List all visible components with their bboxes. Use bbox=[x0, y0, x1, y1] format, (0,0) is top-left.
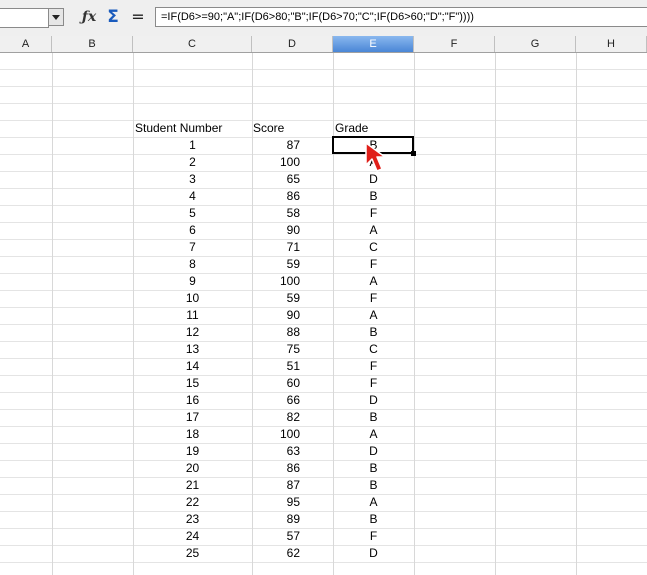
column-header-d[interactable]: D bbox=[252, 36, 333, 52]
score-cell[interactable]: 65 bbox=[252, 171, 300, 188]
grade-cell[interactable]: A bbox=[333, 494, 414, 511]
grade-cell[interactable]: F bbox=[333, 290, 414, 307]
grade-cell[interactable]: B bbox=[333, 511, 414, 528]
spreadsheet-grid[interactable]: Student Number Score Grade 187B2100A365D… bbox=[0, 53, 647, 575]
score-cell[interactable]: 59 bbox=[252, 256, 300, 273]
grade-cell[interactable]: A bbox=[333, 273, 414, 290]
score-cell[interactable]: 88 bbox=[252, 324, 300, 341]
header-grade[interactable]: Grade bbox=[335, 120, 368, 137]
grade-cell[interactable]: C bbox=[333, 239, 414, 256]
student-number-cell[interactable]: 13 bbox=[133, 341, 252, 358]
score-cell[interactable]: 86 bbox=[252, 460, 300, 477]
column-header-b[interactable]: B bbox=[52, 36, 133, 52]
score-cell[interactable]: 71 bbox=[252, 239, 300, 256]
grade-cell[interactable]: D bbox=[333, 545, 414, 562]
formula-input[interactable]: =IF(D6>=90;"A";IF(D6>80;"B";IF(D6>70;"C"… bbox=[155, 7, 647, 27]
sigma-icon[interactable]: Σ bbox=[104, 7, 122, 27]
score-cell[interactable]: 90 bbox=[252, 307, 300, 324]
score-cell[interactable]: 87 bbox=[252, 477, 300, 494]
column-header-f[interactable]: F bbox=[414, 36, 495, 52]
student-number-cell[interactable]: 21 bbox=[133, 477, 252, 494]
score-cell[interactable]: 100 bbox=[252, 273, 300, 290]
score-cell[interactable]: 66 bbox=[252, 392, 300, 409]
grade-cell[interactable]: A bbox=[333, 307, 414, 324]
header-student-number[interactable]: Student Number bbox=[135, 120, 222, 137]
grade-cell[interactable]: F bbox=[333, 528, 414, 545]
score-cell[interactable]: 95 bbox=[252, 494, 300, 511]
column-header-c[interactable]: C bbox=[133, 36, 252, 52]
fx-icon[interactable]: ƒx bbox=[80, 8, 98, 26]
student-number-cell[interactable]: 6 bbox=[133, 222, 252, 239]
student-number-cell[interactable]: 9 bbox=[133, 273, 252, 290]
grade-cell[interactable]: B bbox=[333, 460, 414, 477]
grade-cell[interactable]: B bbox=[333, 324, 414, 341]
score-cell[interactable]: 62 bbox=[252, 545, 300, 562]
equals-icon[interactable]: = bbox=[130, 7, 146, 27]
column-header-h[interactable]: H bbox=[576, 36, 647, 52]
student-number-cell[interactable]: 2 bbox=[133, 154, 252, 171]
score-cell[interactable]: 63 bbox=[252, 443, 300, 460]
student-number-cell[interactable]: 15 bbox=[133, 375, 252, 392]
grade-cell[interactable]: B bbox=[333, 409, 414, 426]
grade-cell[interactable]: D bbox=[333, 443, 414, 460]
student-number-cell[interactable]: 4 bbox=[133, 188, 252, 205]
student-number-cell[interactable]: 18 bbox=[133, 426, 252, 443]
student-number-cell[interactable]: 7 bbox=[133, 239, 252, 256]
grade-cell[interactable]: A bbox=[333, 222, 414, 239]
score-cell[interactable]: 87 bbox=[252, 137, 300, 154]
student-number-cell[interactable]: 17 bbox=[133, 409, 252, 426]
student-number-cell[interactable]: 5 bbox=[133, 205, 252, 222]
student-number-cell[interactable]: 8 bbox=[133, 256, 252, 273]
score-cell[interactable]: 90 bbox=[252, 222, 300, 239]
header-score[interactable]: Score bbox=[253, 120, 284, 137]
fill-handle[interactable] bbox=[411, 151, 416, 156]
grade-cell[interactable]: A bbox=[333, 426, 414, 443]
column-headers: A B C D E F G H bbox=[0, 36, 647, 53]
student-number-cell[interactable]: 20 bbox=[133, 460, 252, 477]
score-cell[interactable]: 57 bbox=[252, 528, 300, 545]
student-number-cell[interactable]: 14 bbox=[133, 358, 252, 375]
grade-cell[interactable]: C bbox=[333, 341, 414, 358]
score-cell[interactable]: 100 bbox=[252, 426, 300, 443]
student-number-cell[interactable]: 10 bbox=[133, 290, 252, 307]
score-cell[interactable]: 86 bbox=[252, 188, 300, 205]
grade-cell[interactable]: F bbox=[333, 375, 414, 392]
score-cell[interactable]: 59 bbox=[252, 290, 300, 307]
grade-cell[interactable]: B bbox=[333, 188, 414, 205]
score-cell[interactable]: 60 bbox=[252, 375, 300, 392]
student-number-cell[interactable]: 3 bbox=[133, 171, 252, 188]
grade-cell[interactable]: F bbox=[333, 358, 414, 375]
student-number-cell[interactable]: 24 bbox=[133, 528, 252, 545]
student-number-cell[interactable]: 19 bbox=[133, 443, 252, 460]
mouse-pointer-icon bbox=[365, 142, 386, 172]
score-cell[interactable]: 58 bbox=[252, 205, 300, 222]
student-number-cell[interactable]: 11 bbox=[133, 307, 252, 324]
score-cell[interactable]: 89 bbox=[252, 511, 300, 528]
score-cell[interactable]: 51 bbox=[252, 358, 300, 375]
grade-cell[interactable]: F bbox=[333, 256, 414, 273]
column-header-g[interactable]: G bbox=[495, 36, 576, 52]
score-cell[interactable]: 75 bbox=[252, 341, 300, 358]
student-number-cell[interactable]: 22 bbox=[133, 494, 252, 511]
student-number-cell[interactable]: 16 bbox=[133, 392, 252, 409]
student-number-cell[interactable]: 12 bbox=[133, 324, 252, 341]
name-box[interactable] bbox=[0, 8, 49, 28]
column-header-a[interactable]: A bbox=[0, 36, 52, 52]
student-number-cell[interactable]: 25 bbox=[133, 545, 252, 562]
grade-cell[interactable]: B bbox=[333, 477, 414, 494]
formula-bar: ƒx Σ = =IF(D6>=90;"A";IF(D6>80;"B";IF(D6… bbox=[0, 0, 647, 37]
grade-cell[interactable]: D bbox=[333, 392, 414, 409]
score-cell[interactable]: 82 bbox=[252, 409, 300, 426]
student-number-cell[interactable]: 1 bbox=[133, 137, 252, 154]
student-number-cell[interactable]: 23 bbox=[133, 511, 252, 528]
column-header-e[interactable]: E bbox=[333, 36, 414, 52]
grade-cell[interactable]: F bbox=[333, 205, 414, 222]
chevron-down-icon[interactable] bbox=[48, 8, 64, 26]
score-cell[interactable]: 100 bbox=[252, 154, 300, 171]
